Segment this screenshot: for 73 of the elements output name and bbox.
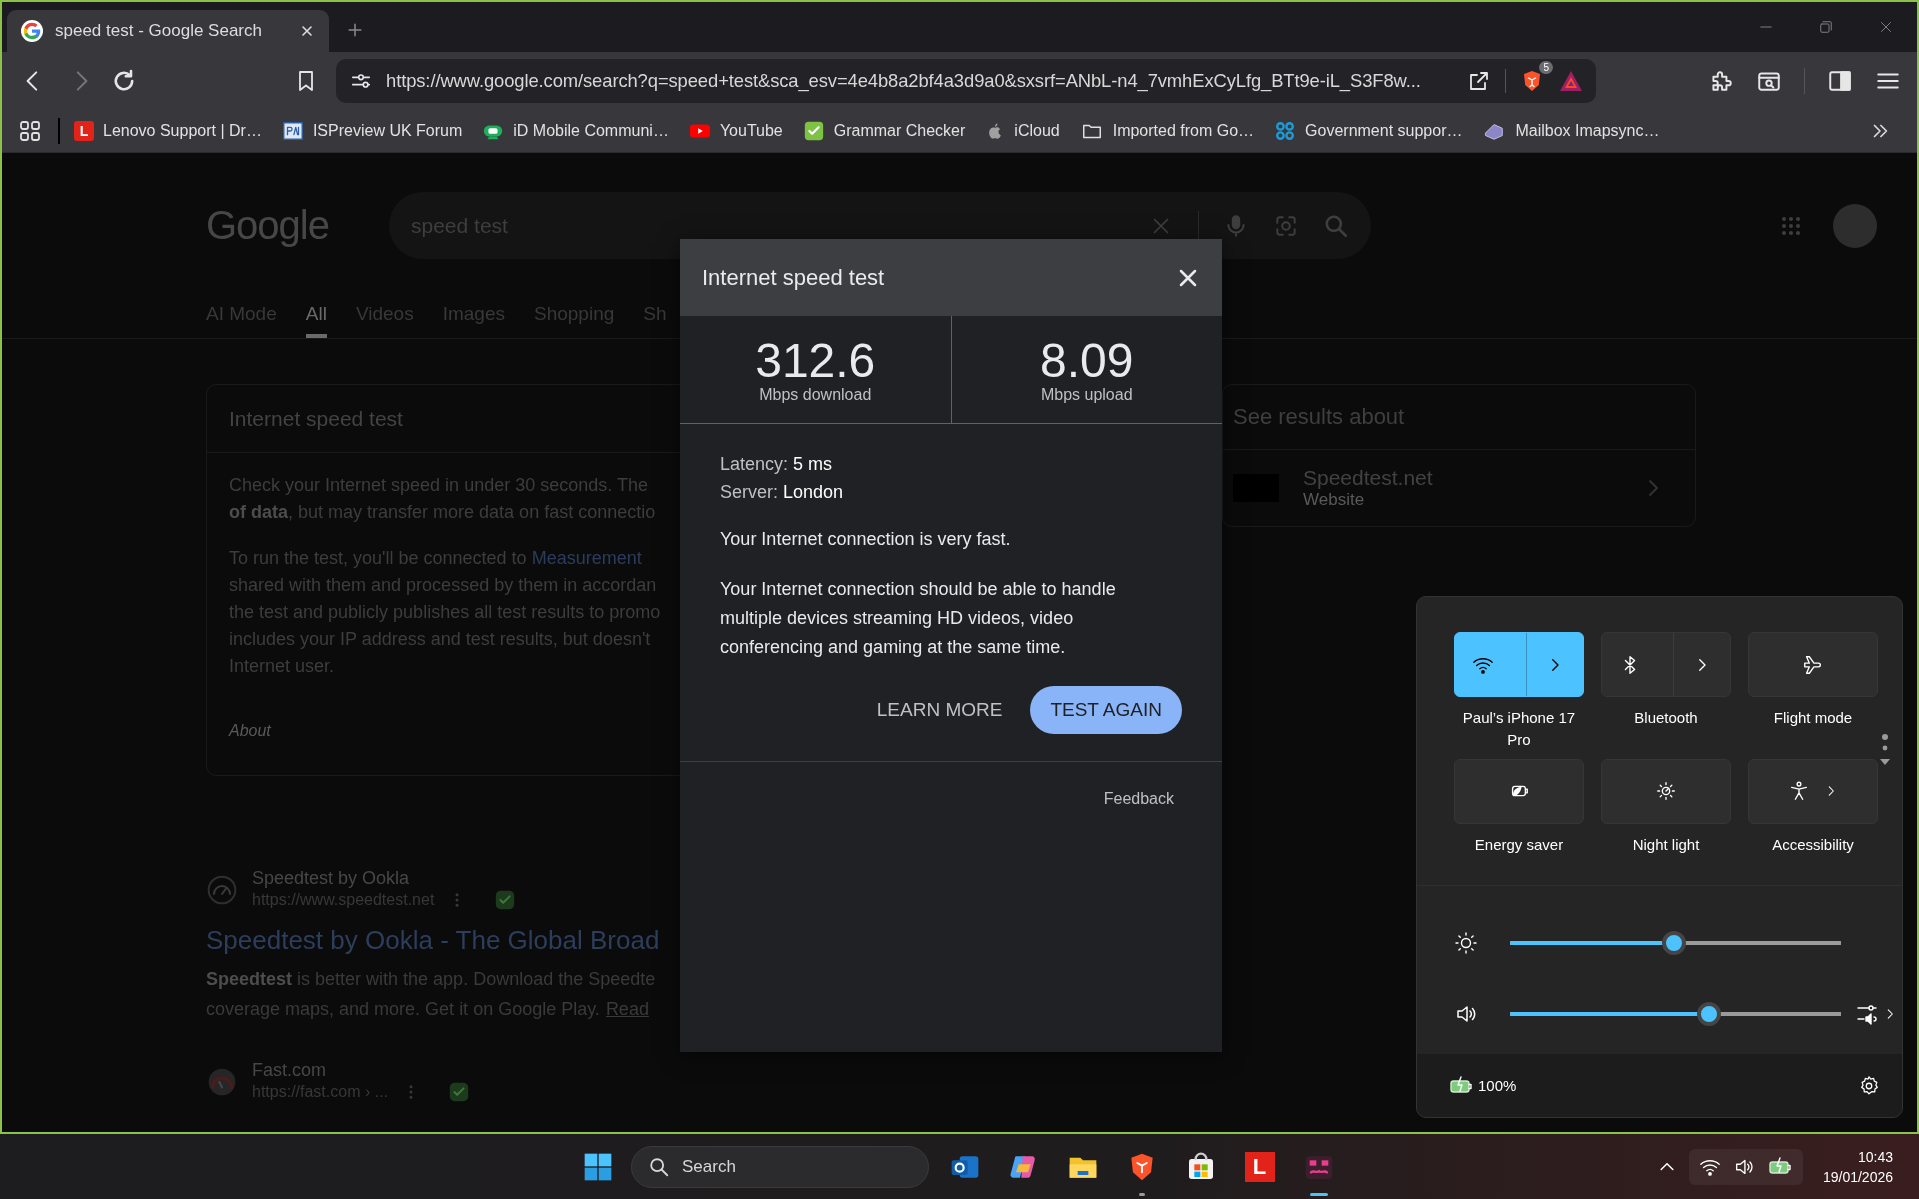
clock[interactable]: 10:43 19/01/2026 [1822,1146,1893,1187]
close-tab-icon[interactable] [299,23,315,39]
address-bar[interactable]: https://www.google.com/search?q=speed+test&sca_esv=4e4b8a2bf4a3d9a0&sxsrf=ANbL-n4_7vmhExCyLfg_BTt9e-iL_S3F8w... 5 [336,59,1596,103]
speed-unit: Mbps download [759,385,872,404]
verified-icon [494,889,517,911]
bookmark-link[interactable]: Imported from Go… [1079,120,1255,142]
restore-icon[interactable] [1817,18,1835,36]
tile-label: Night light [1631,834,1701,855]
count-badge: 5 [1539,61,1553,74]
toggle-tile[interactable] [1601,632,1731,697]
letter-app-icon[interactable]: L [1244,1151,1275,1182]
toggle-tile[interactable] [1454,632,1584,697]
bookmark-link[interactable]: iCloud [985,120,1060,142]
circles-logo-icon [1274,120,1297,142]
gauge-icon [206,873,238,906]
feedback-link[interactable]: Feedback [1103,790,1174,808]
checkmark-logo-icon [802,120,825,142]
test-again-button[interactable]: TEST AGAIN [1030,686,1182,734]
verified-icon [448,1081,471,1103]
site-name: Speedtest by Ookla [252,868,411,889]
explanation-text: Your Internet connection should be able to handle multiple devices streaming HD videos, video conferencing and gaming at the same time. [720,578,1117,659]
toggle-tile[interactable] [1748,758,1878,824]
site-name: Fast.com [252,1060,327,1081]
letter-logo-icon: L [74,121,94,141]
speed-value: 8.09 [1040,335,1134,386]
learn-more-button[interactable]: LEARN MORE [876,699,1003,721]
search-tab[interactable]: All [305,290,327,338]
speed-unit: Mbps upload [1040,385,1133,404]
dialog-title: Internet speed test [702,264,886,291]
slider-thumb[interactable] [1661,931,1686,955]
toggle-tile[interactable] [1748,632,1878,697]
running-indicator [1138,1193,1145,1196]
running-indicator [1309,1193,1328,1196]
apps-grid-icon[interactable] [18,119,42,143]
share-icon[interactable] [1467,69,1491,93]
speed-value: 312.6 [755,335,876,386]
slider-thumb[interactable] [1696,1002,1721,1026]
bookmark-link[interactable]: Government suppor… [1274,120,1463,142]
clock-time: 10:43 [1857,1147,1893,1167]
settings-icon[interactable] [1858,1074,1880,1097]
bookmark-link[interactable]: ISPreview UK Forum [281,120,463,142]
bookmark-link[interactable]: Mailbox Imapsync… [1482,120,1660,142]
toggle-tile[interactable] [1601,758,1731,824]
sidebar-icon[interactable] [1827,68,1853,94]
system-tray-button[interactable] [1688,1148,1803,1185]
toggle-tile[interactable] [1454,758,1584,824]
detail-line: Latency: 5 ms [720,453,834,476]
tile-label: Paul’s iPhone 17 Pro [1461,708,1577,750]
bookmark-link[interactable]: iD Mobile Communi… [482,120,669,142]
taskbar-search[interactable]: Search [631,1145,929,1188]
airplane-icon [1802,653,1824,676]
tile-label: Bluetooth [1633,708,1699,728]
bookmark-link[interactable]: YouTube [688,120,783,142]
entity-type: Website [1303,490,1366,510]
brightness-icon [1454,931,1478,955]
tile-label: Accessibility [1771,834,1855,855]
bookmark-link[interactable]: Grammar Checker [802,120,966,142]
triangle-logo-icon[interactable] [1558,69,1584,93]
audio-mixer-icon[interactable] [1855,1002,1879,1026]
browser-tab[interactable]: speed test - Google Search [7,10,329,52]
clock-date: 19/01/2026 [1822,1167,1893,1187]
battery-level: 100% [1478,1077,1517,1094]
verdict-text: Your Internet connection is very fast. [720,528,1011,551]
google-favicon-icon [21,20,43,42]
google-logo: Google [206,203,328,248]
sun-icon [1655,780,1677,802]
tile-label: Energy saver [1473,834,1565,855]
search-icon [648,1155,670,1178]
detail-line: Server: London [720,481,845,504]
tile-label: Flight mode [1772,708,1854,728]
person-icon [1788,780,1810,802]
site-logo-icon [281,120,304,142]
bookmark-link[interactable]: L Lenovo Support | Dr… [74,121,262,141]
